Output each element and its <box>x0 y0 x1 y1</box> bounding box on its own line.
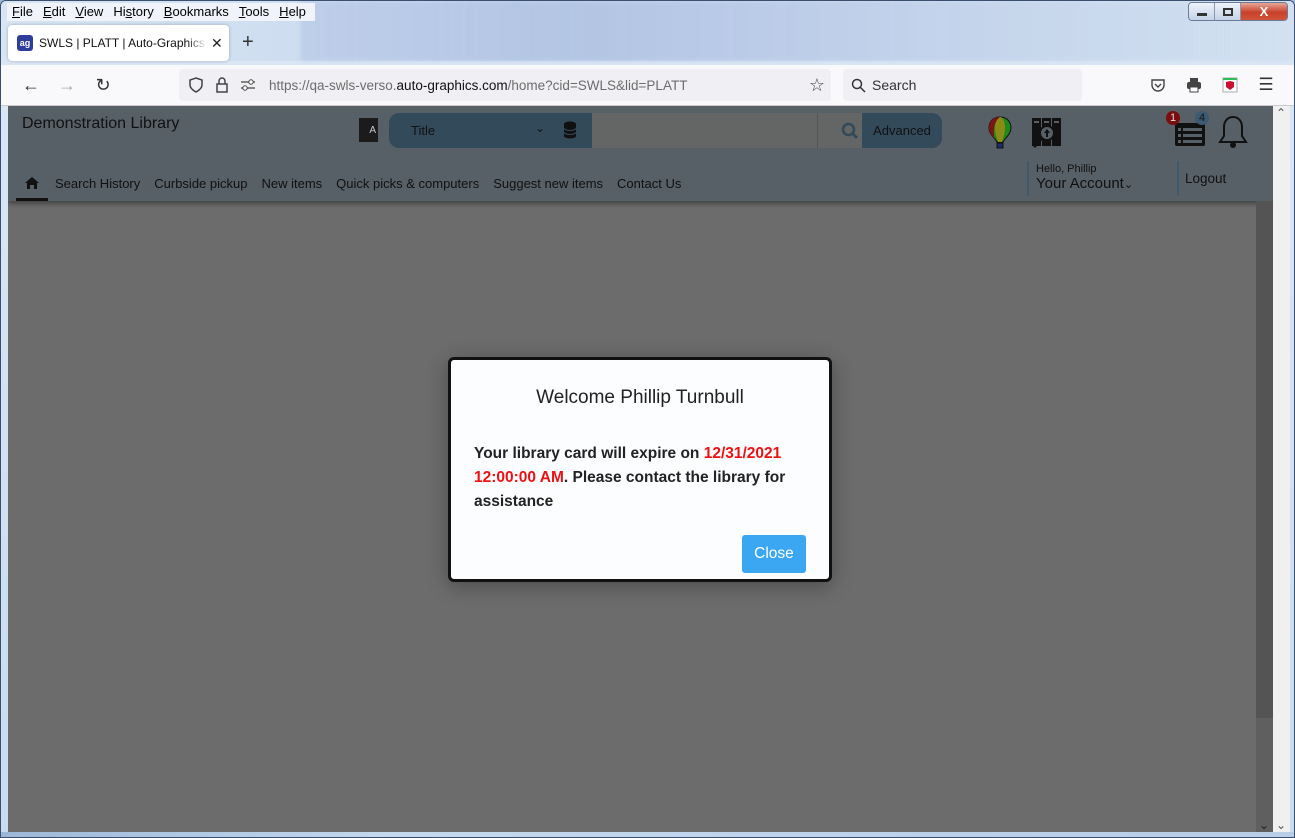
bookmark-star-icon[interactable]: ☆ <box>809 75 825 96</box>
menu-tools[interactable]: Tools <box>234 3 274 21</box>
chevron-down-icon: ⌄ <box>535 121 546 135</box>
maximize-button[interactable] <box>1215 3 1241 20</box>
scroll-down-icon[interactable]: ⌄ <box>1259 818 1269 832</box>
favicon-icon: ag <box>17 35 33 51</box>
search-placeholder: Search <box>872 77 917 93</box>
print-icon[interactable] <box>1184 75 1204 95</box>
page-scrollbar-thumb[interactable] <box>1256 201 1273 718</box>
menu-bookmarks[interactable]: Bookmarks <box>159 3 234 21</box>
browser-window: File Edit View History Bookmarks Tools Help X … <box>0 0 1295 838</box>
minimize-icon <box>1196 12 1207 16</box>
account-label: Your Account <box>1036 175 1124 192</box>
background-blur <box>301 1 1294 61</box>
reload-button[interactable]: ↻ <box>93 75 113 95</box>
pocket-icon[interactable] <box>1148 75 1168 95</box>
page-content: Demonstration Library A Title ⌄ Advanced <box>8 106 1273 832</box>
bell-icon[interactable] <box>1217 115 1249 154</box>
browser-tab[interactable]: ag SWLS | PLATT | Auto-Graphics Inc ✕ <box>8 25 229 61</box>
catalog-search: Title ⌄ Advanced <box>389 113 942 148</box>
title-bar: File Edit View History Bookmarks Tools Help X … <box>1 1 1294 61</box>
lock-icon[interactable] <box>213 76 231 94</box>
greeting-text: Hello, Phillip <box>1036 163 1097 175</box>
close-button[interactable]: Close <box>742 535 806 573</box>
nav-link-new-items[interactable]: New items <box>261 176 322 191</box>
minimize-button[interactable] <box>1189 3 1215 20</box>
catalog-browse-icon[interactable] <box>1030 116 1064 155</box>
advanced-search-button[interactable]: Advanced <box>862 113 942 148</box>
url-prefix: https://qa-swls-verso. <box>269 77 397 93</box>
search-type-select[interactable]: Title ⌄ <box>389 113 592 148</box>
library-name[interactable]: Demonstration Library <box>22 115 179 133</box>
chevron-down-icon: ⌄ <box>1123 179 1134 191</box>
search-divider <box>817 113 837 148</box>
search-icon <box>841 122 858 139</box>
window-bottom-border <box>1 832 1294 837</box>
navigation-toolbar: ← → ↻ https://qa-swls-verso.auto-graphic… <box>1 65 1294 106</box>
close-tab-icon[interactable]: ✕ <box>211 35 223 52</box>
browser-scrollbar[interactable]: ⌃ ⌄ <box>1273 106 1290 832</box>
tab-title: SWLS | PLATT | Auto-Graphics Inc <box>39 36 207 50</box>
search-button[interactable] <box>837 113 862 148</box>
menu-help[interactable]: Help <box>274 3 311 21</box>
scroll-down-icon[interactable]: ⌄ <box>1276 818 1286 832</box>
nav-link-suggest-new-items[interactable]: Suggest new items <box>493 176 603 191</box>
logout-link[interactable]: Logout <box>1185 171 1226 186</box>
modal-title: Welcome Phillip Turnbull <box>536 387 744 408</box>
url-suffix: /home?cid=SWLS&lid=PLATT <box>507 77 688 93</box>
account-menu[interactable]: Hello, Phillip Your Account⌄ <box>1027 161 1133 196</box>
search-icon <box>851 78 866 93</box>
search-type-label: Title <box>411 123 436 138</box>
home-icon <box>25 177 39 189</box>
back-button[interactable]: ← <box>21 75 41 95</box>
forward-button[interactable]: → <box>57 75 77 95</box>
your-account-dropdown[interactable]: Your Account⌄ <box>1036 175 1133 192</box>
nav-link-curbside-pickup[interactable]: Curbside pickup <box>154 176 247 191</box>
site-header: Demonstration Library A Title ⌄ Advanced <box>8 106 1273 201</box>
home-link[interactable] <box>16 166 48 201</box>
menu-history[interactable]: History <box>108 3 158 21</box>
language-translate-icon[interactable]: A <box>359 118 378 142</box>
menu-bar: File Edit View History Bookmarks Tools Help <box>7 3 315 21</box>
notifications-count-badge: 4 <box>1195 111 1209 125</box>
maximize-icon <box>1222 7 1233 16</box>
address-bar[interactable]: https://qa-swls-verso.auto-graphics.com/… <box>179 69 831 101</box>
window-controls: X <box>1188 2 1288 21</box>
modal-message: Your library card will expire on 12/31/2… <box>474 442 814 514</box>
scroll-up-icon[interactable]: ⌃ <box>1276 106 1286 120</box>
close-window-button[interactable]: X <box>1241 3 1287 20</box>
url-domain: auto-graphics.com <box>396 77 508 93</box>
database-icon[interactable] <box>563 121 577 144</box>
mcafee-extension-icon[interactable] <box>1220 75 1240 95</box>
list-count-badge: 1 <box>1166 111 1180 125</box>
nav-link-quick-picks-computers[interactable]: Quick picks & computers <box>336 176 479 191</box>
new-tab-button[interactable]: + <box>242 32 254 52</box>
welcome-modal: Welcome Phillip Turnbull Your library ca… <box>448 357 832 582</box>
nav-link-search-history[interactable]: Search History <box>55 176 140 191</box>
search-input[interactable] <box>592 113 817 148</box>
hot-air-balloon-icon[interactable] <box>988 116 1012 155</box>
menu-edit[interactable]: Edit <box>38 3 70 21</box>
menu-view[interactable]: View <box>70 3 108 21</box>
url-text[interactable]: https://qa-swls-verso.auto-graphics.com/… <box>269 78 687 93</box>
menu-file[interactable]: File <box>7 3 38 21</box>
site-nav: Search History Curbside pickup New items Qu… <box>8 166 688 201</box>
message-prefix: Your library card will expire on <box>474 445 704 462</box>
nav-link-contact-us[interactable]: Contact Us <box>617 176 681 191</box>
logout-container: Logout <box>1177 161 1226 196</box>
hamburger-menu-icon[interactable]: ☰ <box>1256 75 1276 95</box>
shield-icon[interactable] <box>187 76 205 94</box>
browser-search-bar[interactable]: Search <box>843 69 1082 101</box>
page-scrollbar[interactable]: ⌄ <box>1256 201 1273 832</box>
permissions-icon[interactable] <box>239 76 257 94</box>
